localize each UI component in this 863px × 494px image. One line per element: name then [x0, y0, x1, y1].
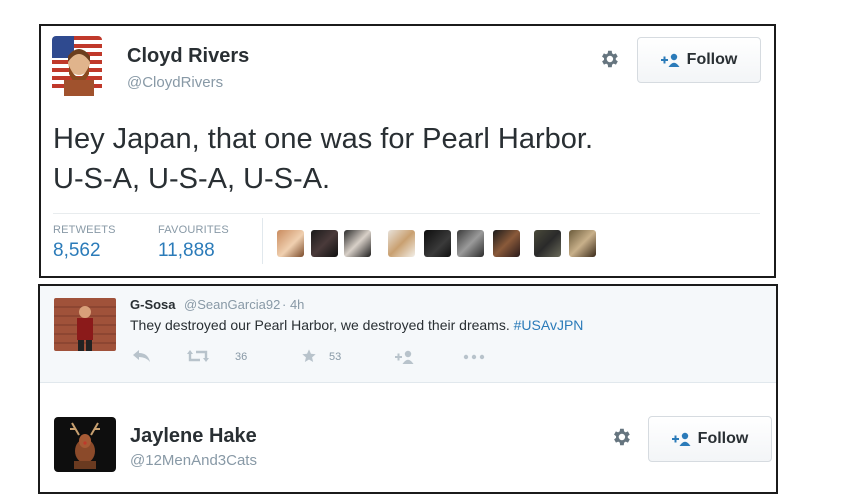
retweets-count[interactable]: 8,562 [53, 240, 101, 262]
tweet-card-cloyd-rivers: Cloyd Rivers @CloydRivers Follow Hey Jap… [39, 24, 776, 278]
favouriter-avatar[interactable] [569, 230, 596, 257]
user-name[interactable]: Cloyd Rivers [127, 45, 249, 68]
stats-separator [262, 218, 263, 264]
more-icon[interactable] [463, 354, 485, 360]
favouriter-avatar[interactable] [277, 230, 304, 257]
reply-tweet[interactable]: G-Sosa @SeanGarcia92 · 4h They destroyed… [40, 286, 776, 383]
jaylene-user-name[interactable]: Jaylene Hake [130, 425, 257, 448]
favourites-label: FAVOURITES [158, 224, 229, 236]
follow-button[interactable]: Follow [648, 416, 772, 462]
favouriter-avatar[interactable] [457, 230, 484, 257]
stats-divider [53, 213, 760, 214]
follow-label: Follow [686, 51, 738, 68]
avatar-cloyd-rivers[interactable] [52, 36, 102, 96]
retweets-label: RETWEETS [53, 224, 116, 236]
favorite-count[interactable]: 53 [329, 351, 341, 363]
favouriter-avatar[interactable] [311, 230, 338, 257]
tweet-text-line-2: U-S-A, U-S-A, U-S-A. [53, 163, 331, 195]
user-handle[interactable]: @CloydRivers [127, 74, 223, 91]
favorite-icon[interactable] [300, 348, 318, 364]
follow-person-icon[interactable] [395, 350, 415, 364]
favourites-count[interactable]: 11,888 [158, 240, 215, 262]
follow-button[interactable]: Follow [637, 37, 761, 83]
reply-icon[interactable] [132, 349, 152, 363]
favouriter-avatar[interactable] [424, 230, 451, 257]
follow-person-icon [660, 53, 680, 67]
retweet-icon[interactable] [186, 349, 210, 363]
tweet-text-line-1: Hey Japan, that one was for Pearl Harbor… [53, 123, 594, 155]
reply-user-handle[interactable]: @SeanGarcia92 [184, 297, 280, 312]
follow-label: Follow [697, 430, 749, 447]
tweet-text: Hey Japan, that one was for Pearl Harbor… [53, 119, 743, 199]
favouriter-avatar[interactable] [388, 230, 415, 257]
tweet-card-reply-and-jaylene: G-Sosa @SeanGarcia92 · 4h They destroyed… [38, 284, 778, 494]
reply-user-name[interactable]: G-Sosa [130, 297, 176, 312]
favouriter-avatar[interactable] [344, 230, 371, 257]
reply-timestamp[interactable]: · 4h [282, 297, 304, 312]
avatar-g-sosa[interactable] [54, 298, 116, 351]
avatar-jaylene-hake[interactable] [54, 417, 116, 472]
gear-icon[interactable] [610, 426, 632, 448]
follow-person-icon [671, 432, 691, 446]
gear-icon[interactable] [598, 48, 620, 70]
favouriter-avatar[interactable] [493, 230, 520, 257]
reply-text: They destroyed our Pearl Harbor, we dest… [130, 317, 583, 333]
retweet-count[interactable]: 36 [235, 351, 247, 363]
reply-text-body: They destroyed our Pearl Harbor, we dest… [130, 317, 510, 333]
reply-hashtag[interactable]: #USAvJPN [514, 317, 584, 333]
favouriter-avatar[interactable] [534, 230, 561, 257]
jaylene-user-handle[interactable]: @12MenAnd3Cats [130, 452, 257, 469]
